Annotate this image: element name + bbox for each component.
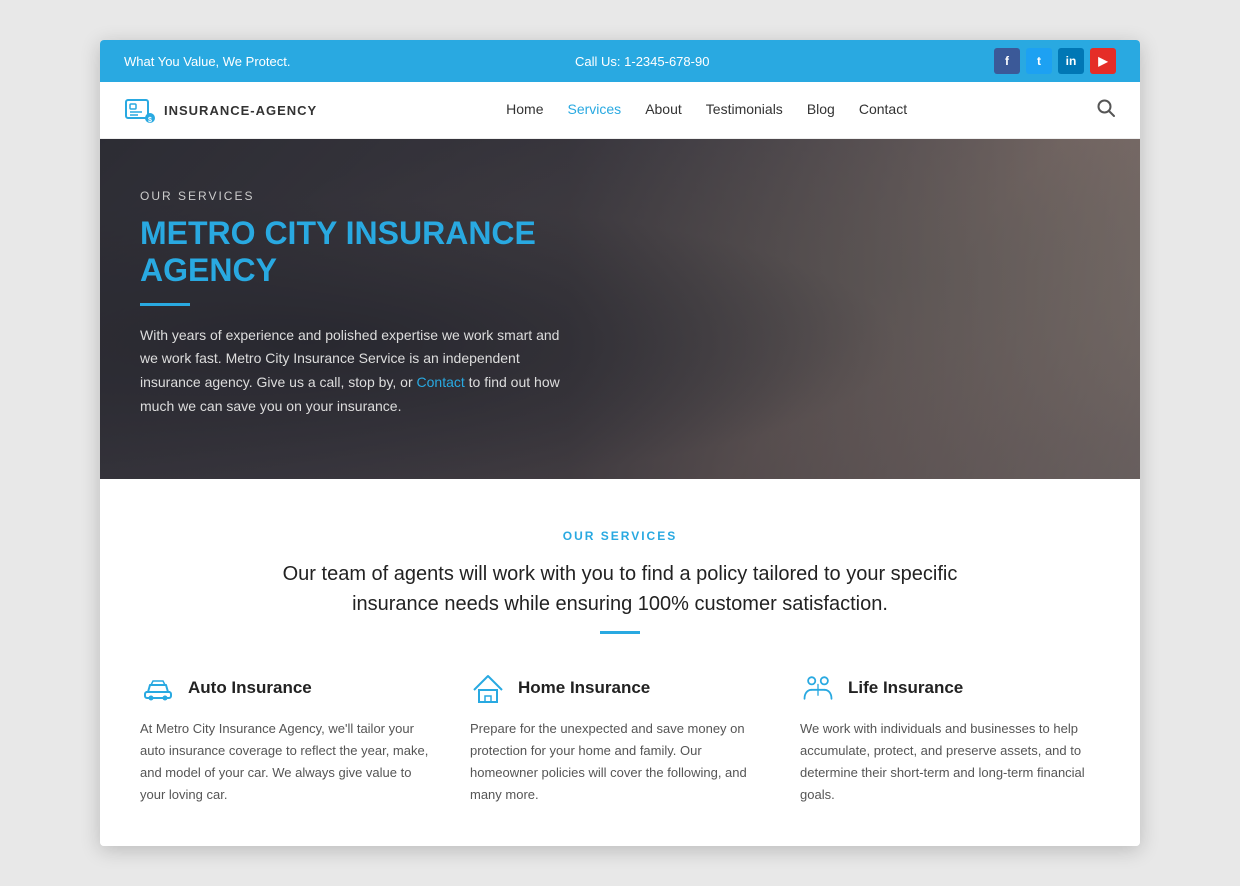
home-title: Home Insurance xyxy=(518,678,650,698)
logo-icon: $ xyxy=(124,96,156,124)
service-header-life: Life Insurance xyxy=(800,670,1100,706)
top-bar-social: f t in ▶ xyxy=(994,48,1116,74)
auto-icon xyxy=(140,670,176,706)
home-icon xyxy=(470,670,506,706)
twitter-icon[interactable]: t xyxy=(1026,48,1052,74)
life-title: Life Insurance xyxy=(848,678,963,698)
life-icon xyxy=(800,670,836,706)
service-card-life: Life Insurance We work with individuals … xyxy=(800,670,1100,806)
service-card-auto: Auto Insurance At Metro City Insurance A… xyxy=(140,670,440,806)
top-bar: What You Value, We Protect. Call Us: 1-2… xyxy=(100,40,1140,82)
nav-item-services[interactable]: Services xyxy=(568,101,622,119)
nav-links: Home Services About Testimonials Blog Co… xyxy=(506,101,907,119)
search-icon[interactable] xyxy=(1096,98,1116,123)
services-label: OUR SERVICES xyxy=(140,529,1100,543)
youtube-icon[interactable]: ▶ xyxy=(1090,48,1116,74)
service-card-home: Home Insurance Prepare for the unexpecte… xyxy=(470,670,770,806)
browser-window: What You Value, We Protect. Call Us: 1-2… xyxy=(100,40,1140,846)
hero-subtitle: OUR SERVICES xyxy=(140,189,560,203)
hero-description: With years of experience and polished ex… xyxy=(140,324,560,419)
top-bar-tagline: What You Value, We Protect. xyxy=(124,54,290,69)
services-section: OUR SERVICES Our team of agents will wor… xyxy=(100,479,1140,846)
life-desc: We work with individuals and businesses … xyxy=(800,718,1100,806)
nav-item-contact[interactable]: Contact xyxy=(859,101,907,119)
nav-item-blog[interactable]: Blog xyxy=(807,101,835,119)
top-bar-phone: Call Us: 1-2345-678-90 xyxy=(575,54,709,69)
nav-item-testimonials[interactable]: Testimonials xyxy=(706,101,783,119)
logo: $ INSURANCE-AGENCY xyxy=(124,96,317,124)
hero-divider xyxy=(140,303,190,306)
nav-item-home[interactable]: Home xyxy=(506,101,543,119)
service-header-home: Home Insurance xyxy=(470,670,770,706)
hero-content: OUR SERVICES METRO CITY INSURANCE AGENCY… xyxy=(100,139,600,469)
home-desc: Prepare for the unexpected and save mone… xyxy=(470,718,770,806)
hero-contact-link[interactable]: Contact xyxy=(417,374,465,390)
hero-section: OUR SERVICES METRO CITY INSURANCE AGENCY… xyxy=(100,139,1140,479)
services-heading: Our team of agents will work with you to… xyxy=(280,559,960,619)
nav-item-about[interactable]: About xyxy=(645,101,682,119)
svg-text:$: $ xyxy=(148,117,152,124)
hero-title: METRO CITY INSURANCE AGENCY xyxy=(140,215,560,289)
nav-bar: $ INSURANCE-AGENCY Home Services About T… xyxy=(100,82,1140,139)
facebook-icon[interactable]: f xyxy=(994,48,1020,74)
logo-text: INSURANCE-AGENCY xyxy=(164,103,317,118)
auto-desc: At Metro City Insurance Agency, we'll ta… xyxy=(140,718,440,806)
service-header-auto: Auto Insurance xyxy=(140,670,440,706)
services-divider xyxy=(600,631,640,634)
services-grid: Auto Insurance At Metro City Insurance A… xyxy=(140,670,1100,806)
auto-title: Auto Insurance xyxy=(188,678,312,698)
linkedin-icon[interactable]: in xyxy=(1058,48,1084,74)
